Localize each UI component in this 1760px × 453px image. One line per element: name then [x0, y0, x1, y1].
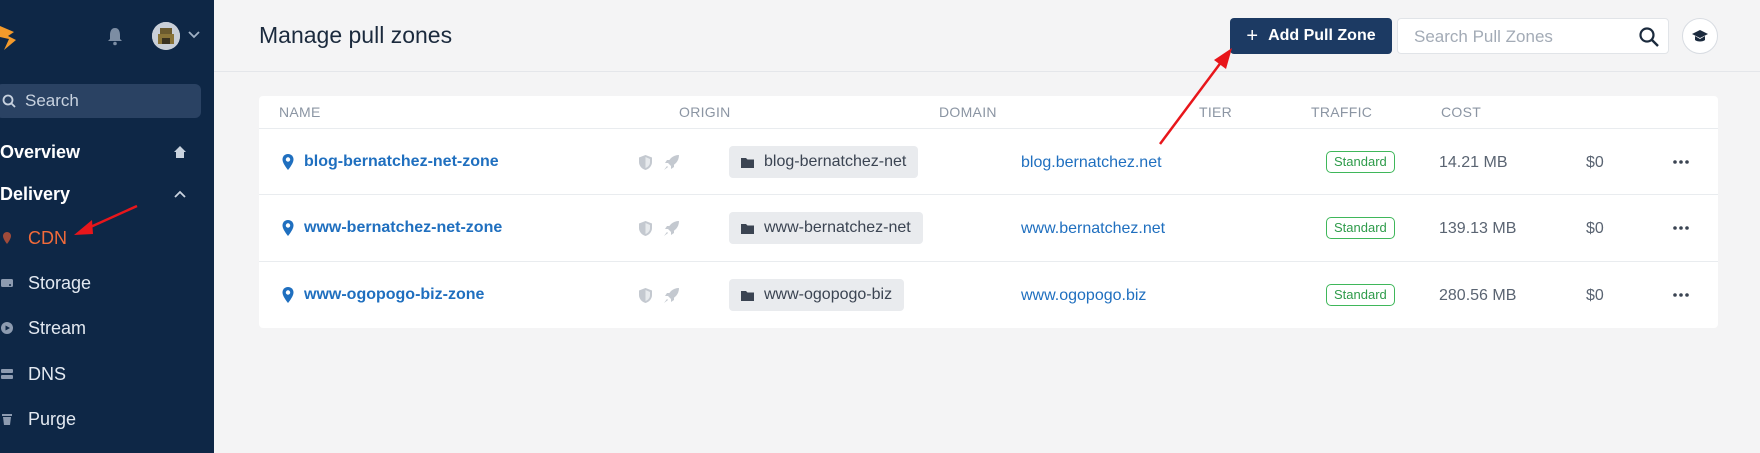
origin-label: www-bernatchez-net — [764, 219, 911, 236]
zone-name-link[interactable]: www-bernatchez-net-zone — [304, 219, 502, 237]
table-row[interactable]: blog-bernatchez-net-zone blog-bernatchez… — [259, 128, 1718, 194]
sidebar-search-placeholder: Search — [25, 91, 79, 110]
chevron-down-icon[interactable] — [188, 30, 200, 40]
shield-icon[interactable] — [638, 287, 653, 304]
domain-link[interactable]: www.bernatchez.net — [1021, 220, 1165, 238]
map-pin-icon — [282, 154, 294, 170]
plus-icon: + — [1246, 24, 1259, 47]
folder-icon — [741, 290, 754, 301]
shield-icon[interactable] — [638, 220, 653, 237]
cost-value: $0 — [1586, 220, 1604, 237]
cost-value: $0 — [1586, 287, 1604, 304]
trash-icon — [2, 414, 12, 425]
sidebar-item-stream[interactable]: Stream — [0, 316, 86, 340]
main-content: Manage pull zones + Add Pull Zone NAME O… — [214, 0, 1760, 453]
page-header: Manage pull zones + Add Pull Zone — [214, 0, 1760, 72]
sidebar-item-label: Stream — [28, 317, 87, 338]
more-options-icon[interactable] — [1672, 225, 1690, 231]
map-pin-icon — [282, 287, 294, 303]
origin-chip[interactable]: blog-bernatchez-net — [729, 146, 919, 178]
sidebar-item-label: Storage — [28, 272, 92, 293]
add-pull-zone-button[interactable]: + Add Pull Zone — [1230, 18, 1392, 54]
shield-icon[interactable] — [638, 154, 653, 171]
zone-name-link[interactable]: blog-bernatchez-net-zone — [304, 153, 499, 171]
sidebar-item-overview[interactable]: Overview — [0, 142, 80, 163]
folder-icon — [741, 157, 754, 168]
rocket-icon[interactable] — [663, 287, 680, 304]
search-icon[interactable] — [1638, 26, 1660, 48]
tier-badge: Standard — [1326, 151, 1395, 173]
origin-label: blog-bernatchez-net — [764, 153, 907, 170]
search-input[interactable] — [1414, 27, 1624, 47]
add-pull-zone-label: Add Pull Zone — [1268, 27, 1376, 44]
bell-icon[interactable] — [106, 26, 124, 46]
search-icon — [2, 94, 16, 108]
cost-value: $0 — [1586, 154, 1604, 171]
origin-chip[interactable]: www-ogopogo-biz — [729, 279, 905, 311]
sidebar-section-delivery[interactable]: Delivery — [0, 184, 70, 205]
column-header-tier[interactable]: TIER — [1199, 104, 1232, 120]
sidebar-item-storage[interactable]: Storage — [0, 271, 91, 295]
search-pull-zones[interactable] — [1397, 18, 1669, 54]
origin-label: www-ogopogo-biz — [764, 286, 893, 303]
tier-badge: Standard — [1326, 284, 1395, 306]
storage-icon — [1, 279, 13, 287]
column-header-domain[interactable]: DOMAIN — [939, 104, 997, 120]
chevron-up-icon[interactable] — [172, 186, 188, 202]
home-icon — [174, 146, 186, 158]
sidebar-item-label: CDN — [28, 227, 67, 248]
sidebar: Search Overview Delivery CDN Storage Str… — [0, 0, 214, 453]
column-header-traffic[interactable]: TRAFFIC — [1311, 104, 1372, 120]
zone-name-link[interactable]: www-ogopogo-biz-zone — [304, 286, 484, 304]
avatar[interactable] — [152, 22, 180, 50]
pull-zones-table: NAME ORIGIN DOMAIN TIER TRAFFIC COST blo… — [259, 96, 1718, 328]
play-icon — [1, 322, 13, 334]
column-header-origin[interactable]: ORIGIN — [679, 104, 731, 120]
rocket-icon[interactable] — [663, 220, 680, 237]
origin-chip[interactable]: www-bernatchez-net — [729, 212, 923, 244]
table-row[interactable]: www-ogopogo-biz-zone www-ogopogo-biz www… — [259, 261, 1718, 327]
academy-button[interactable] — [1682, 18, 1718, 54]
traffic-value: 14.21 MB — [1439, 154, 1508, 171]
graduation-cap-icon — [1692, 30, 1708, 42]
more-options-icon[interactable] — [1672, 159, 1690, 165]
column-header-name[interactable]: NAME — [279, 104, 321, 120]
sidebar-item-purge[interactable]: Purge — [0, 407, 76, 431]
sidebar-item-dns[interactable]: DNS — [0, 362, 66, 386]
sidebar-item-label: Purge — [28, 408, 77, 429]
map-pin-icon — [3, 232, 11, 244]
tier-badge: Standard — [1326, 217, 1395, 239]
rocket-icon[interactable] — [663, 154, 680, 171]
page-title: Manage pull zones — [259, 22, 453, 48]
table-row[interactable]: www-bernatchez-net-zone www-bernatchez-n… — [259, 194, 1718, 260]
logo-icon[interactable] — [0, 22, 18, 52]
folder-icon — [741, 223, 754, 234]
column-header-cost[interactable]: COST — [1441, 104, 1481, 120]
dns-icon — [1, 369, 13, 379]
traffic-value: 139.13 MB — [1439, 220, 1517, 237]
domain-link[interactable]: www.ogopogo.biz — [1021, 287, 1146, 305]
more-options-icon[interactable] — [1672, 292, 1690, 298]
map-pin-icon — [282, 220, 294, 236]
sidebar-search[interactable]: Search — [0, 84, 201, 118]
avatar-image — [152, 22, 180, 50]
sidebar-item-cdn[interactable]: CDN — [0, 226, 67, 250]
traffic-value: 280.56 MB — [1439, 287, 1517, 304]
domain-link[interactable]: blog.bernatchez.net — [1021, 154, 1162, 172]
sidebar-item-label: DNS — [28, 363, 67, 384]
